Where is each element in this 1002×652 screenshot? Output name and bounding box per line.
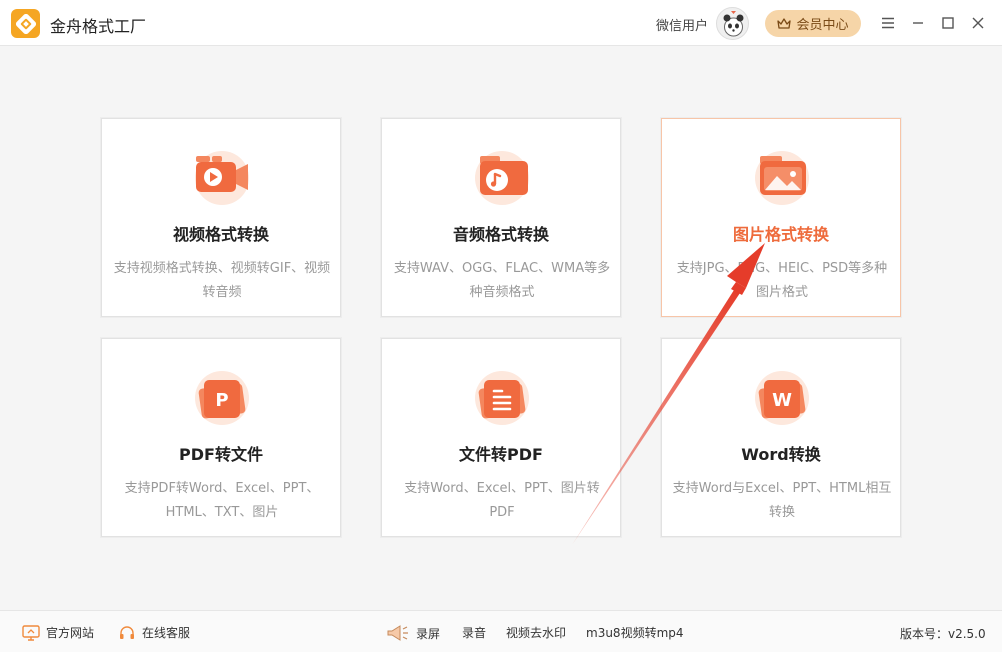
official-website-label: 官方网站 bbox=[46, 626, 95, 640]
annotation-arrow bbox=[572, 243, 765, 545]
m3u8-to-mp4-link[interactable]: m3u8视频转mp4 bbox=[586, 624, 684, 641]
remove-watermark-label: 视频去水印 bbox=[506, 626, 567, 640]
record-screen-link[interactable]: 录屏 bbox=[386, 624, 440, 642]
online-service-label: 在线客服 bbox=[142, 626, 191, 640]
online-service-link[interactable]: 在线客服 bbox=[118, 624, 190, 641]
m3u8-to-mp4-label: m3u8视频转mp4 bbox=[586, 626, 684, 640]
record-audio-label: 录音 bbox=[462, 626, 487, 640]
headset-icon bbox=[120, 625, 134, 639]
megaphone-icon bbox=[387, 625, 408, 641]
remove-watermark-link[interactable]: 视频去水印 bbox=[506, 624, 566, 641]
record-audio-link[interactable]: 录音 bbox=[462, 624, 486, 641]
official-website-link[interactable]: 官方网站 bbox=[22, 624, 94, 641]
record-screen-label: 录屏 bbox=[416, 626, 441, 641]
version-label: 版本号：v2.5.0 bbox=[900, 627, 986, 641]
bottom-bar: 官方网站 在线客服 录屏 录音 视频去水印 m3u8视频转mp4 版本号：v2.… bbox=[0, 610, 1002, 652]
monitor-icon bbox=[22, 624, 40, 641]
